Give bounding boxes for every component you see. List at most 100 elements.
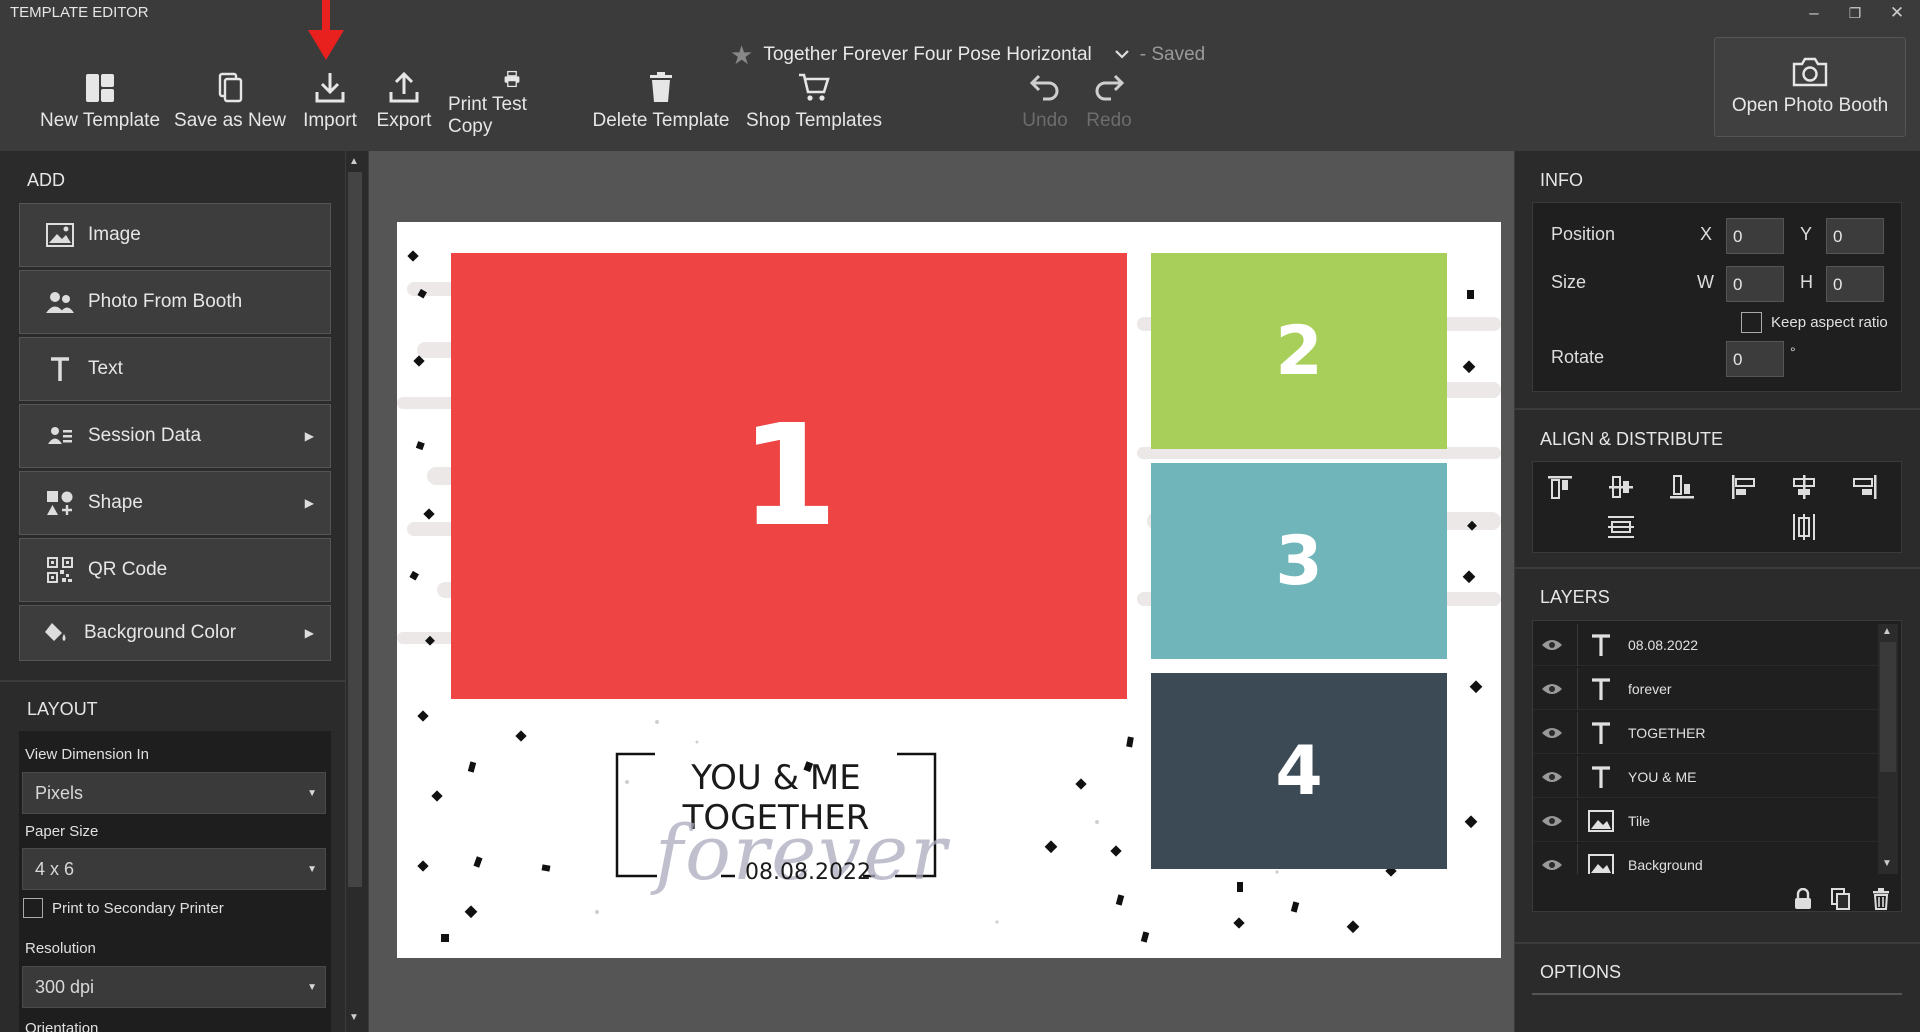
add-qr-code-button[interactable]: QR Code xyxy=(19,538,331,602)
align-top-icon[interactable] xyxy=(1542,470,1578,504)
eye-icon[interactable] xyxy=(1539,726,1565,740)
dropdown-caret-icon: ▼ xyxy=(307,787,317,799)
camera-icon xyxy=(1792,57,1828,87)
photo-slot-3[interactable]: 3 xyxy=(1151,463,1447,659)
size-w-input[interactable]: 0 xyxy=(1726,266,1784,302)
align-vertical-center-icon[interactable] xyxy=(1603,470,1639,504)
favorite-star-icon[interactable]: ★ xyxy=(730,40,753,71)
eye-icon[interactable] xyxy=(1539,682,1565,696)
add-session-data-button[interactable]: Session Data ▶ xyxy=(19,404,331,468)
print-test-copy-label: Print Test Copy xyxy=(448,94,527,137)
print-test-copy-button[interactable]: Print Test Copy xyxy=(448,70,576,138)
photo-slot-1[interactable]: 1 xyxy=(451,253,1127,699)
layer-row[interactable]: 08.08.2022 xyxy=(1533,624,1878,666)
paint-bucket-icon xyxy=(40,619,72,647)
eye-icon[interactable] xyxy=(1539,814,1565,828)
export-button[interactable]: Export xyxy=(370,70,438,138)
add-photo-from-booth-button[interactable]: Photo From Booth xyxy=(19,270,331,334)
align-right-icon[interactable] xyxy=(1847,470,1883,504)
lock-icon[interactable] xyxy=(1794,887,1812,915)
dropdown-caret-icon: ▼ xyxy=(307,863,317,875)
keep-aspect-checkbox[interactable] xyxy=(1741,312,1762,333)
close-button[interactable]: ✕ xyxy=(1878,0,1916,26)
save-as-new-button[interactable]: Save as New xyxy=(174,70,286,138)
section-divider xyxy=(0,680,345,682)
download-icon xyxy=(315,73,345,103)
undo-label: Undo xyxy=(1022,110,1068,131)
shop-templates-button[interactable]: Shop Templates xyxy=(744,70,884,138)
undo-button[interactable]: Undo xyxy=(1016,70,1074,138)
eye-icon[interactable] xyxy=(1539,638,1565,652)
paper-size-select[interactable]: 4 x 6 ▼ xyxy=(22,848,326,890)
distribute-vertical-icon[interactable] xyxy=(1603,510,1639,544)
align-left-icon[interactable] xyxy=(1725,470,1761,504)
view-dimension-select[interactable]: Pixels ▼ xyxy=(22,772,326,814)
options-section-header: OPTIONS xyxy=(1540,962,1622,982)
chevron-down-icon[interactable] xyxy=(1114,44,1130,66)
restore-button[interactable]: ❐ xyxy=(1836,0,1874,26)
options-divider xyxy=(1532,993,1902,995)
layers-scrollbar[interactable]: ▲ ▼ xyxy=(1878,624,1898,874)
new-template-button[interactable]: New Template xyxy=(36,70,164,138)
text-frame-group[interactable]: YOU & ME TOGETHER forever 08.08.2022 xyxy=(615,750,946,897)
import-button[interactable]: Import xyxy=(296,70,364,138)
scroll-down-icon[interactable]: ▼ xyxy=(349,1012,359,1023)
undo-icon xyxy=(1029,74,1059,101)
save-status: - Saved xyxy=(1139,44,1206,65)
delete-layer-icon[interactable] xyxy=(1872,888,1890,915)
canvas-text-you-me[interactable]: YOU & ME xyxy=(615,758,937,798)
paper-size-value: 4 x 6 xyxy=(35,858,75,879)
align-horizontal-center-icon[interactable] xyxy=(1786,470,1822,504)
open-photo-booth-button[interactable]: Open Photo Booth xyxy=(1714,37,1906,137)
submenu-arrow-icon: ▶ xyxy=(304,496,314,510)
layers-list: 08.08.2022 forever TOGETHER YOU & ME Til… xyxy=(1533,624,1878,874)
scrollbar-thumb[interactable] xyxy=(348,172,362,887)
delete-template-button[interactable]: Delete Template xyxy=(592,70,730,138)
layer-row[interactable]: Background xyxy=(1533,843,1878,874)
position-x-input[interactable]: 0 xyxy=(1726,218,1784,254)
size-h-input[interactable]: 0 xyxy=(1826,266,1884,302)
image-icon xyxy=(1586,809,1616,832)
secondary-printer-checkbox[interactable] xyxy=(23,898,43,918)
layer-row[interactable]: forever xyxy=(1533,667,1878,710)
position-label: Position xyxy=(1551,224,1616,244)
scroll-up-icon[interactable]: ▲ xyxy=(1882,626,1892,637)
image-icon xyxy=(44,221,76,249)
minimize-button[interactable]: – xyxy=(1795,0,1833,26)
layer-row[interactable]: Tile xyxy=(1533,799,1878,842)
eye-icon[interactable] xyxy=(1539,858,1565,872)
duplicate-icon[interactable] xyxy=(1831,888,1851,915)
size-label: Size xyxy=(1551,272,1587,292)
layer-row[interactable]: YOU & ME xyxy=(1533,755,1878,798)
add-shape-button[interactable]: Shape ▶ xyxy=(19,471,331,535)
rotate-input[interactable]: 0 xyxy=(1726,341,1784,377)
photo-slot-2[interactable]: 2 xyxy=(1151,253,1447,449)
keep-aspect-label: Keep aspect ratio xyxy=(1771,314,1888,331)
shop-templates-label: Shop Templates xyxy=(746,110,882,131)
align-bottom-icon[interactable] xyxy=(1664,470,1700,504)
scrollbar-thumb[interactable] xyxy=(1880,642,1896,772)
view-dimension-label: View Dimension In xyxy=(25,746,149,763)
template-page[interactable]: 1 2 3 4 YOU & ME TOGETHER forever 08.08.… xyxy=(397,222,1501,958)
top-toolbar xyxy=(0,0,1920,150)
photo-slot-4[interactable]: 4 xyxy=(1151,673,1447,869)
orientation-label: Orientation xyxy=(25,1020,99,1032)
add-text-button[interactable]: Text xyxy=(19,337,331,401)
align-section-header: ALIGN & DISTRIBUTE xyxy=(1540,429,1724,449)
qr-icon xyxy=(44,556,76,584)
trash-icon xyxy=(650,72,672,102)
add-image-button[interactable]: Image xyxy=(19,203,331,267)
scroll-up-icon[interactable]: ▲ xyxy=(349,156,359,167)
x-label: X xyxy=(1700,224,1713,244)
distribute-horizontal-icon[interactable] xyxy=(1786,510,1822,544)
add-photo-from-booth-label: Photo From Booth xyxy=(88,291,243,312)
canvas-text-date[interactable]: 08.08.2022 xyxy=(745,860,871,885)
eye-icon[interactable] xyxy=(1539,770,1565,784)
position-y-input[interactable]: 0 xyxy=(1826,218,1884,254)
scroll-down-icon[interactable]: ▼ xyxy=(1882,858,1892,869)
redo-button[interactable]: Redo xyxy=(1080,70,1138,138)
layout-icon xyxy=(86,74,114,102)
resolution-select[interactable]: 300 dpi ▼ xyxy=(22,966,326,1008)
layer-row[interactable]: TOGETHER xyxy=(1533,711,1878,754)
background-color-button[interactable]: Background Color ▶ xyxy=(19,605,331,661)
